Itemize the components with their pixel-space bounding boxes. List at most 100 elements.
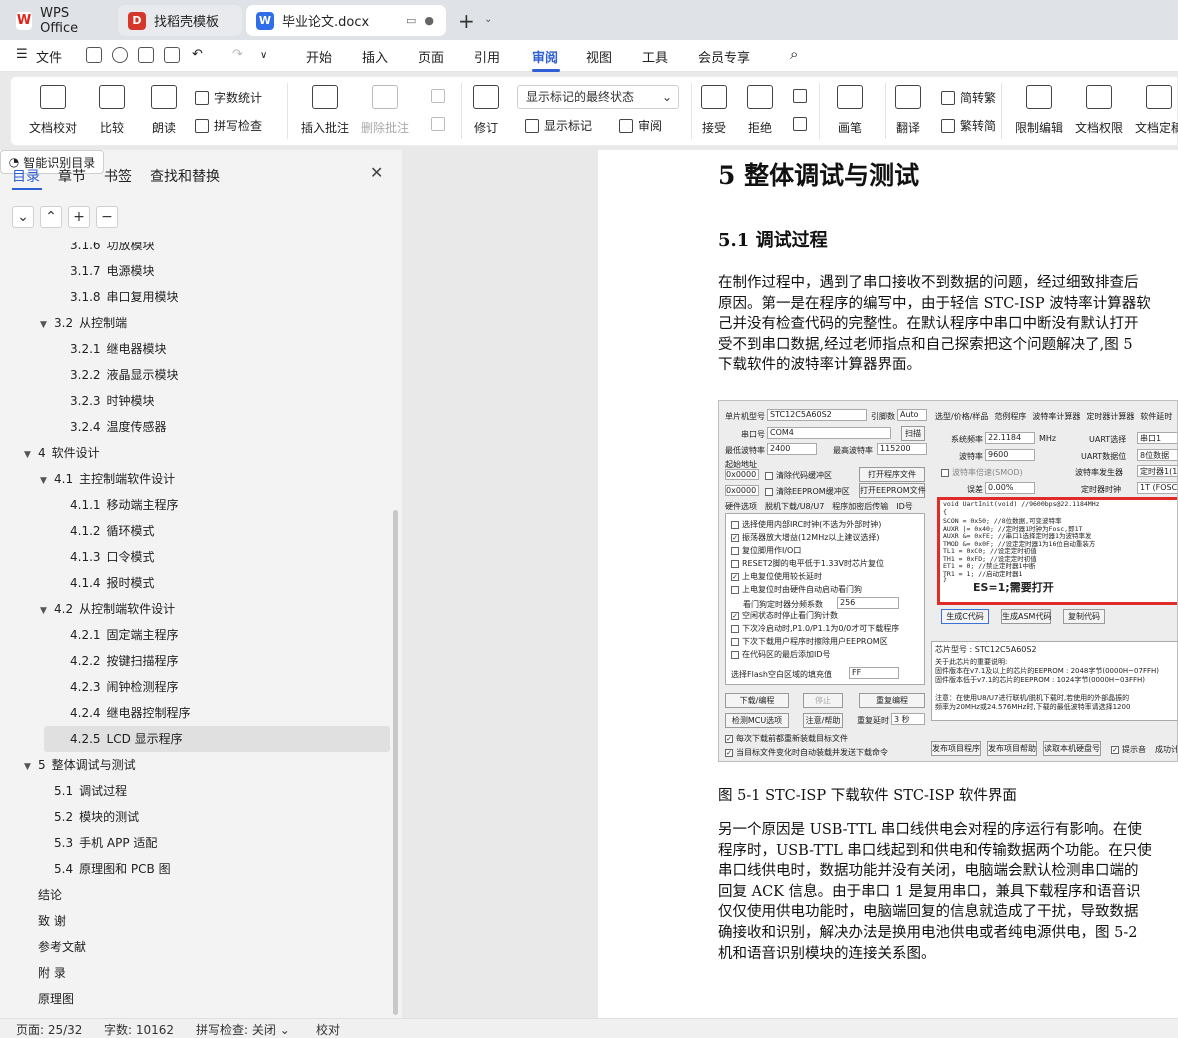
markup-state-select[interactable]: 显示标记的最终状态 ⌄ (517, 85, 679, 109)
toc-item[interactable]: ▼ 4.1 主控制端软件设计 (40, 466, 175, 492)
collapse-toggle-icon[interactable]: ▼ (24, 442, 38, 468)
toc-item[interactable]: 3.2.2 液晶显示模块 (70, 362, 179, 388)
chevron-down-icon[interactable]: ⌄ (484, 14, 492, 25)
search-icon[interactable]: ⌕ (790, 45, 798, 63)
save-icon[interactable] (86, 47, 102, 63)
toc-item[interactable]: 5.3 手机 APP 适配 (54, 830, 157, 856)
next-change-button[interactable] (793, 117, 812, 131)
toc-item[interactable]: 附 录 (38, 960, 66, 986)
toc-item[interactable]: 3.2.3 时钟模块 (70, 388, 155, 414)
doc-permission-button[interactable]: 文档权限 (1075, 85, 1123, 136)
toc-item[interactable]: 原理图 (38, 986, 74, 1012)
collapse-all-button[interactable]: ⌄ (12, 206, 34, 228)
menu-tools[interactable]: 工具 (642, 47, 668, 66)
nav-tab-find-replace[interactable]: 查找和替换 (150, 166, 220, 186)
toc-item[interactable]: 5.4 原理图和 PCB 图 (54, 856, 171, 882)
nav-scrollbar[interactable] (393, 510, 398, 1015)
add-heading-button[interactable]: + (68, 206, 90, 228)
to-traditional-button[interactable]: 简转繁 (941, 89, 996, 106)
collapse-toggle-icon[interactable]: ▼ (40, 598, 54, 624)
track-changes-button[interactable]: 修订 (473, 85, 499, 136)
menu-page[interactable]: 页面 (418, 47, 444, 66)
menu-insert[interactable]: 插入 (362, 47, 388, 66)
toc-item[interactable]: 3.1.6 功放模块 (70, 242, 155, 258)
toc-item[interactable]: 4.2.5 LCD 显示程序 (44, 726, 390, 752)
toc-item[interactable]: 4.1.4 报时模式 (70, 570, 155, 596)
toc-item[interactable]: ▼ 5 整体调试与测试 (24, 752, 136, 778)
toc-item[interactable]: ▼ 3.2 从控制端 (40, 310, 127, 336)
menu-reference[interactable]: 引用 (474, 47, 500, 66)
to-simplified-button[interactable]: 繁转简 (941, 117, 996, 134)
menu-view[interactable]: 视图 (586, 47, 612, 66)
toc-item[interactable]: 4.1.2 循环模式 (70, 518, 155, 544)
word-count-button[interactable]: 字数统计 (195, 89, 262, 106)
print-preview-icon[interactable] (164, 47, 180, 63)
toc-item[interactable]: 4.2.4 继电器控制程序 (70, 700, 191, 726)
spell-check-button[interactable]: 拼写检查 (195, 117, 262, 134)
toc-item[interactable]: 4.2.3 闹钟检测程序 (70, 674, 179, 700)
undo-icon[interactable]: ↶ (192, 47, 203, 62)
window-mode-icon[interactable]: ▭ (406, 14, 416, 27)
nav-tab-chapters[interactable]: 章节 (58, 166, 86, 186)
chevron-down-icon[interactable]: ∨ (260, 50, 267, 61)
expand-up-button[interactable]: ⌃ (40, 206, 62, 228)
tab-document[interactable]: W 毕业论文.docx ▭ ● (246, 5, 446, 36)
toc-item[interactable]: 4.2.2 按键扫描程序 (70, 648, 179, 674)
insert-comment-button[interactable]: 插入批注 (301, 85, 349, 136)
toc-item[interactable]: 5.2 模块的测试 (54, 804, 139, 830)
new-tab-button[interactable]: + (458, 9, 475, 33)
read-aloud-button[interactable]: 朗读 (151, 85, 177, 136)
nav-tab-toc[interactable]: 目录 (12, 166, 40, 186)
tab-wps-office[interactable]: W WPS Office (6, 5, 114, 36)
share-icon[interactable] (112, 47, 128, 63)
collapse-toggle-icon[interactable]: ▼ (40, 468, 54, 494)
delete-comment-button[interactable]: 删除批注 (361, 85, 409, 136)
translate-button[interactable]: 翻译 (895, 85, 921, 136)
paragraph-line: 串口线供电时，数据功能并没有关闭，电脑端会默认检测串口端的 (718, 863, 1139, 880)
review-pane-button[interactable]: 审阅 (619, 117, 662, 134)
toc-item[interactable]: 3.2.1 继电器模块 (70, 336, 167, 362)
toc-item[interactable]: 3.1.8 串口复用模块 (70, 284, 179, 310)
collapse-toggle-icon[interactable]: ▼ (24, 754, 38, 780)
status-page[interactable]: 页面: 25/32 (16, 1021, 82, 1038)
toc-item[interactable]: 3.1.7 电源模块 (70, 258, 155, 284)
toc-item[interactable]: 3.2.4 温度传感器 (70, 414, 167, 440)
show-markup-button[interactable]: 显示标记 (525, 117, 592, 134)
accept-button[interactable]: 接受 (701, 85, 727, 136)
compare-button[interactable]: 比较 (99, 85, 125, 136)
menu-start[interactable]: 开始 (306, 47, 332, 66)
redo-icon[interactable]: ↷ (232, 47, 243, 62)
print-icon[interactable] (138, 47, 154, 63)
prev-comment-button[interactable] (431, 89, 450, 103)
toc-item[interactable]: ▼ 4.2 从控制端软件设计 (40, 596, 175, 622)
next-comment-button[interactable] (431, 117, 450, 131)
reject-button[interactable]: 拒绝 (747, 85, 773, 136)
toc-item[interactable]: ▼ 4 软件设计 (24, 440, 100, 466)
remove-heading-button[interactable]: − (96, 206, 118, 228)
hamburger-icon[interactable]: ☰ (16, 47, 28, 62)
toc-item[interactable]: 4.1.1 移动端主程序 (70, 492, 179, 518)
menu-review[interactable]: 审阅 (532, 47, 558, 66)
prev-change-button[interactable] (793, 89, 812, 103)
toc-item[interactable]: 4.1.3 口令模式 (70, 544, 155, 570)
collapse-toggle-icon[interactable]: ▼ (40, 312, 54, 338)
doc-proof-button[interactable]: 文档校对 (29, 85, 77, 136)
toc-item[interactable]: 致 谢 (38, 908, 66, 934)
toc-item[interactable]: 结论 (38, 882, 62, 908)
toc-item[interactable]: 参考文献 (38, 934, 86, 960)
toc-item[interactable]: 5.1 调试过程 (54, 778, 127, 804)
menu-vip[interactable]: 会员专享 (698, 47, 750, 66)
restrict-edit-button[interactable]: 限制编辑 (1015, 85, 1063, 136)
doc-final-button[interactable]: 文档定稿 (1135, 85, 1178, 136)
close-icon[interactable]: ✕ (370, 163, 383, 182)
nav-tab-bookmarks[interactable]: 书签 (104, 166, 132, 186)
tab-template[interactable]: D 找稻壳模板 (118, 5, 242, 36)
toc-item[interactable]: 4.2.1 固定端主程序 (70, 622, 179, 648)
ink-button[interactable]: 画笔 (837, 85, 863, 136)
delete-comment-icon (372, 85, 398, 109)
status-spell[interactable]: 拼写检查: 关闭 ⌄ (196, 1021, 290, 1038)
status-words[interactable]: 字数: 10162 (104, 1021, 174, 1038)
menu-file[interactable]: 文件 (36, 47, 62, 66)
status-proof[interactable]: 校对 (316, 1021, 340, 1038)
unsaved-dot-icon[interactable]: ● (424, 14, 434, 27)
